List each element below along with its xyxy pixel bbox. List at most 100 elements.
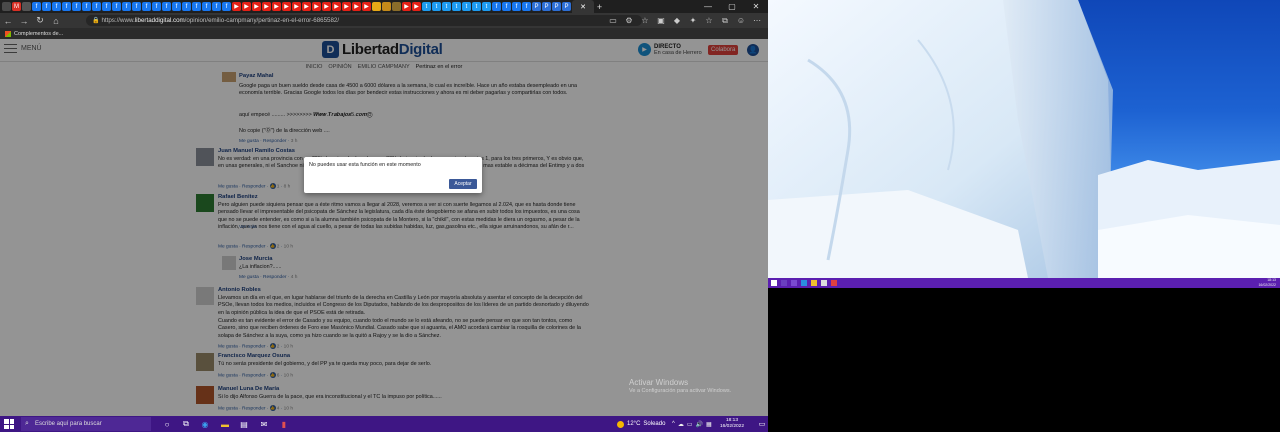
tab-icon-brown[interactable]	[392, 2, 401, 11]
youtube-tab-icon[interactable]: ▶	[362, 2, 371, 11]
youtube-tab-icon[interactable]: ▶	[332, 2, 341, 11]
youtube-tab-icon[interactable]: ▶	[302, 2, 311, 11]
youtube-tab-icon[interactable]: ▶	[312, 2, 321, 11]
tab-icon-orange[interactable]	[382, 2, 391, 11]
cloud-icon[interactable]: ☁	[678, 421, 684, 428]
youtube-tab-icon[interactable]: ▶	[282, 2, 291, 11]
site-settings-icon[interactable]: ⚙	[622, 13, 636, 28]
app-icon[interactable]: ▮	[278, 418, 290, 430]
network-icon[interactable]: ▭	[687, 421, 693, 428]
facebook-tab-icon[interactable]: f	[212, 2, 221, 11]
youtube-tab-icon[interactable]: ▶	[242, 2, 251, 11]
modal-overlay[interactable]	[0, 39, 768, 416]
youtube-tab-icon[interactable]: ▶	[252, 2, 261, 11]
extension-icon[interactable]: ▣	[654, 13, 668, 28]
youtube-tab-icon[interactable]: ▶	[402, 2, 411, 11]
facebook-tab-icon[interactable]: f	[92, 2, 101, 11]
mail-icon[interactable]: ✉	[258, 418, 270, 430]
facebook-tab-icon[interactable]: f	[182, 2, 191, 11]
keyboard-icon[interactable]: ▦	[706, 421, 712, 428]
facebook-tab-icon[interactable]: f	[112, 2, 121, 11]
store-icon[interactable]: ▤	[238, 418, 250, 430]
facebook-tab-icon[interactable]: f	[512, 2, 521, 11]
task-view-icon	[791, 280, 797, 286]
favorites-icon[interactable]: ☆	[702, 13, 716, 28]
facebook-tab-icon[interactable]: f	[152, 2, 161, 11]
weather-widget[interactable]: 12°C Soleado	[617, 416, 665, 432]
gmail-tab-icon[interactable]: M	[12, 2, 21, 11]
url-field[interactable]: 🔒 https://www.libertaddigital.com/opinio…	[86, 15, 642, 26]
more-icon[interactable]: ⋯	[750, 13, 764, 28]
facebook-tab-icon[interactable]: f	[32, 2, 41, 11]
active-tab[interactable]: ✕	[572, 0, 594, 13]
maximize-icon[interactable]: ▢	[720, 0, 744, 13]
twitter-tab-icon[interactable]: t	[422, 2, 431, 11]
facebook-tab-icon[interactable]: f	[522, 2, 531, 11]
twitter-tab-icon[interactable]: t	[432, 2, 441, 11]
tab-icon-blue[interactable]: P	[542, 2, 551, 11]
apps-icon[interactable]	[5, 30, 11, 37]
youtube-tab-icon[interactable]: ▶	[412, 2, 421, 11]
youtube-tab-icon[interactable]: ▶	[322, 2, 331, 11]
tab-icon-1[interactable]	[2, 2, 11, 11]
facebook-tab-icon[interactable]: f	[52, 2, 61, 11]
reader-icon[interactable]: ▭	[606, 13, 620, 28]
taskbar-search[interactable]: ⌕ Escribe aquí para buscar	[21, 417, 151, 431]
collections-icon[interactable]: ⧉	[718, 13, 732, 28]
adblock-icon[interactable]: ◆	[670, 13, 684, 28]
youtube-tab-icon[interactable]: ▶	[352, 2, 361, 11]
facebook-tab-icon[interactable]: f	[132, 2, 141, 11]
close-window-icon[interactable]: ✕	[744, 0, 768, 13]
taskbar-clock[interactable]: 18:13 16/02/2022	[720, 418, 744, 430]
favorites-item[interactable]: Complementos de...	[14, 31, 63, 37]
twitter-tab-icon[interactable]: t	[472, 2, 481, 11]
back-icon[interactable]: ←	[0, 13, 16, 28]
facebook-tab-icon[interactable]: f	[492, 2, 501, 11]
file-explorer-icon[interactable]: ▬	[219, 418, 231, 430]
facebook-tab-icon[interactable]: f	[202, 2, 211, 11]
facebook-tab-icon[interactable]: f	[42, 2, 51, 11]
start-button[interactable]	[4, 419, 14, 429]
tab-icon-blue[interactable]: P	[552, 2, 561, 11]
youtube-tab-icon[interactable]: ▶	[342, 2, 351, 11]
minimize-icon[interactable]: —	[696, 0, 720, 13]
forward-icon[interactable]: →	[16, 13, 32, 28]
close-tab-icon[interactable]: ✕	[580, 3, 586, 11]
twitter-tab-icon[interactable]: t	[462, 2, 471, 11]
facebook-tab-icon[interactable]: f	[162, 2, 171, 11]
tab-icon-blue[interactable]: P	[562, 2, 571, 11]
cortana-icon[interactable]: ○	[161, 418, 173, 430]
twitter-tab-icon[interactable]: t	[452, 2, 461, 11]
profile-icon[interactable]: ☺	[734, 13, 748, 28]
twitter-tab-icon[interactable]: t	[482, 2, 491, 11]
twitter-tab-icon[interactable]: t	[442, 2, 451, 11]
youtube-tab-icon[interactable]: ▶	[262, 2, 271, 11]
facebook-tab-icon[interactable]: f	[122, 2, 131, 11]
tab-icon-3[interactable]	[22, 2, 31, 11]
facebook-tab-icon[interactable]: f	[72, 2, 81, 11]
tab-icon-yellow[interactable]	[372, 2, 381, 11]
facebook-tab-icon[interactable]: f	[102, 2, 111, 11]
new-tab-icon[interactable]: +	[595, 2, 604, 12]
favorite-star-icon[interactable]: ☆	[638, 13, 652, 28]
youtube-tab-icon[interactable]: ▶	[272, 2, 281, 11]
task-view-icon[interactable]: ⧉	[180, 418, 192, 430]
extensions-icon[interactable]: ✦	[686, 13, 700, 28]
accept-button[interactable]: Aceptar	[449, 179, 477, 189]
youtube-tab-icon[interactable]: ▶	[292, 2, 301, 11]
facebook-tab-icon[interactable]: f	[502, 2, 511, 11]
tab-icon-blue[interactable]: P	[532, 2, 541, 11]
facebook-tab-icon[interactable]: f	[222, 2, 231, 11]
facebook-tab-icon[interactable]: f	[142, 2, 151, 11]
notifications-icon[interactable]: ▭	[756, 418, 768, 430]
facebook-tab-icon[interactable]: f	[62, 2, 71, 11]
refresh-icon[interactable]: ↻	[32, 13, 48, 28]
facebook-tab-icon[interactable]: f	[192, 2, 201, 11]
facebook-tab-icon[interactable]: f	[172, 2, 181, 11]
tray-chevron-icon[interactable]: ^	[672, 421, 675, 427]
youtube-tab-icon[interactable]: ▶	[232, 2, 241, 11]
home-icon[interactable]: ⌂	[48, 13, 64, 28]
volume-icon[interactable]: 🔊	[696, 421, 703, 428]
edge-icon[interactable]: ◉	[199, 418, 211, 430]
facebook-tab-icon[interactable]: f	[82, 2, 91, 11]
